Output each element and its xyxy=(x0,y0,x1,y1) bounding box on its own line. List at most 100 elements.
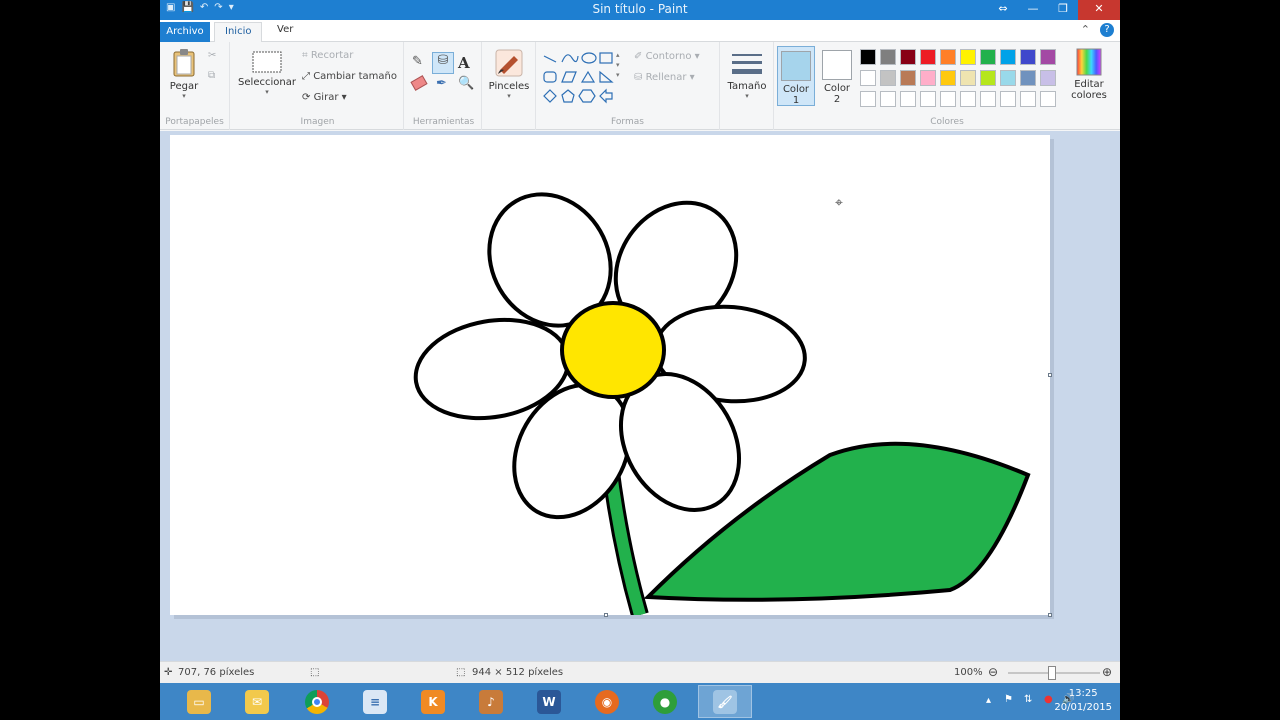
taskbar-notepad[interactable]: ≡ xyxy=(348,685,402,718)
palette-swatch[interactable] xyxy=(880,70,896,86)
taskbar-chrome[interactable] xyxy=(290,685,344,718)
palette-swatch[interactable] xyxy=(1040,49,1056,65)
taskbar-media[interactable]: ♪ xyxy=(464,685,518,718)
security-icon[interactable]: ● xyxy=(1044,694,1053,705)
taskbar-mail[interactable]: ✉ xyxy=(230,685,284,718)
cut-icon[interactable]: ✂ xyxy=(208,50,216,61)
tab-inicio[interactable]: Inicio xyxy=(214,22,263,43)
palette-swatch[interactable] xyxy=(860,91,876,107)
file-explorer-icon: ▭ xyxy=(187,689,211,714)
palette-swatch[interactable] xyxy=(920,70,936,86)
maximize-button[interactable]: ❐ xyxy=(1048,0,1078,20)
palette-swatch[interactable] xyxy=(900,70,916,86)
flower-drawing: ⌖ xyxy=(413,192,1031,615)
drawing-canvas[interactable]: ⌖ xyxy=(170,135,1050,615)
group-colores: Color 1 Color 2 Editar colores Colores xyxy=(774,42,1120,130)
resize-handle-bottom[interactable] xyxy=(604,613,608,617)
flower-center xyxy=(560,301,666,399)
palette-swatch[interactable] xyxy=(1020,49,1036,65)
rotate-button[interactable]: ⟳ Girar ▾ xyxy=(302,92,347,103)
brushes-button[interactable]: Pinceles ▾ xyxy=(486,48,532,100)
help-icon[interactable]: ? xyxy=(1100,23,1114,37)
palette-swatch[interactable] xyxy=(940,49,956,65)
network-icon[interactable]: ⇅ xyxy=(1024,694,1032,705)
resize-handle-corner[interactable] xyxy=(1048,613,1052,617)
fill-bucket-icon[interactable]: ⛁ xyxy=(432,52,454,74)
palette-swatch[interactable] xyxy=(860,49,876,65)
pencil-icon[interactable]: ✎ xyxy=(412,54,430,72)
fill-icon: ⛁ xyxy=(634,72,646,83)
firefox-icon: ◉ xyxy=(595,689,619,714)
palette-swatch[interactable] xyxy=(960,49,976,65)
eraser-icon[interactable] xyxy=(410,75,428,91)
outline-button[interactable]: ✐ Contorno ▾ xyxy=(634,51,700,62)
group-label-herramientas: Herramientas xyxy=(412,117,475,127)
collapse-ribbon-icon[interactable]: ⌃ xyxy=(1081,23,1090,37)
zoom-in-button[interactable]: ⊕ xyxy=(1102,665,1112,679)
palette-swatch[interactable] xyxy=(960,70,976,86)
minimize-button[interactable]: — xyxy=(1018,0,1048,20)
palette-swatch[interactable] xyxy=(940,70,956,86)
taskbar-firefox[interactable]: ◉ xyxy=(580,685,634,718)
flag-icon[interactable]: ⚑ xyxy=(1004,694,1013,705)
paint-window: ▣ 💾 ↶ ↷ ▾ Sin título - Paint ⇔ — ❐ ✕ Arc… xyxy=(160,0,1120,720)
ribbon-toggle-button[interactable]: ⇔ xyxy=(988,0,1018,20)
crop-button[interactable]: ⌗ Recortar xyxy=(302,50,353,61)
close-button[interactable]: ✕ xyxy=(1078,0,1120,20)
resize-button[interactable]: ⤢ Cambiar tamaño xyxy=(302,71,397,82)
color2-button[interactable]: Color 2 xyxy=(818,46,856,106)
tab-ver[interactable]: Ver xyxy=(277,24,293,35)
rotate-icon: ⟳ xyxy=(302,92,314,103)
palette-swatch[interactable] xyxy=(880,91,896,107)
status-bar: ✛ 707, 76 píxeles ⬚ ⬚ 944 × 512 píxeles … xyxy=(160,661,1120,683)
paste-button[interactable]: Pegar ▾ xyxy=(166,48,202,100)
magnifier-icon[interactable]: 🔍 xyxy=(458,76,474,91)
palette-swatch[interactable] xyxy=(1040,70,1056,86)
clipboard-icon xyxy=(173,49,195,77)
tab-archivo[interactable]: Archivo xyxy=(160,22,210,42)
palette-swatch[interactable] xyxy=(980,49,996,65)
color-picker-icon[interactable]: ✒ xyxy=(436,76,447,91)
palette-swatch[interactable] xyxy=(980,91,996,107)
zoom-out-button[interactable]: ⊖ xyxy=(988,665,998,679)
zoom-slider-thumb[interactable] xyxy=(1048,666,1056,680)
palette-swatch[interactable] xyxy=(1020,91,1036,107)
palette-swatch[interactable] xyxy=(1000,49,1016,65)
zoom-level: 100% xyxy=(954,667,983,678)
taskbar-green-app[interactable]: ● xyxy=(638,685,692,718)
taskbar-kt[interactable]: K xyxy=(406,685,460,718)
clock[interactable]: 13:25 20/01/2015 xyxy=(1054,687,1112,715)
taskbar-word[interactable]: W xyxy=(522,685,576,718)
palette-swatch[interactable] xyxy=(900,49,916,65)
group-formas: ▴ ▾ ▾ ✐ Contorno ▾ ⛁ Rellenar ▾ Formas xyxy=(536,42,720,130)
palette-swatch[interactable] xyxy=(880,49,896,65)
palette-swatch[interactable] xyxy=(940,91,956,107)
resize-handle-right[interactable] xyxy=(1048,373,1052,377)
text-tool-icon[interactable]: A xyxy=(458,54,470,72)
palette-swatch[interactable] xyxy=(920,91,936,107)
color1-button[interactable]: Color 1 xyxy=(777,46,815,106)
kt-app-icon: K xyxy=(421,689,445,714)
mail-icon: ✉ xyxy=(245,689,269,714)
palette-swatch[interactable] xyxy=(1040,91,1056,107)
copy-icon[interactable]: ⧉ xyxy=(208,70,215,81)
notepad-icon: ≡ xyxy=(363,689,387,714)
palette-swatch[interactable] xyxy=(920,49,936,65)
taskbar-paint[interactable]: 🖌 xyxy=(698,685,752,718)
palette-swatch[interactable] xyxy=(1020,70,1036,86)
fill-button[interactable]: ⛁ Rellenar ▾ xyxy=(634,72,695,83)
size-button[interactable]: Tamaño ▾ xyxy=(724,50,770,100)
selection-size-icon: ⬚ xyxy=(310,667,320,678)
taskbar-file-explorer[interactable]: ▭ xyxy=(172,685,226,718)
palette-swatch[interactable] xyxy=(900,91,916,107)
show-hidden-icons[interactable]: ▴ xyxy=(986,695,991,706)
palette-swatch[interactable] xyxy=(980,70,996,86)
palette-swatch[interactable] xyxy=(960,91,976,107)
shapes-scroll[interactable]: ▴ ▾ ▾ xyxy=(616,50,620,80)
palette-swatch[interactable] xyxy=(1000,91,1016,107)
group-pinceles: Pinceles ▾ xyxy=(482,42,536,130)
palette-swatch[interactable] xyxy=(1000,70,1016,86)
select-button[interactable]: Seleccionar ▾ xyxy=(236,50,298,96)
edit-colors-button[interactable]: Editar colores xyxy=(1064,48,1114,101)
palette-swatch[interactable] xyxy=(860,70,876,86)
